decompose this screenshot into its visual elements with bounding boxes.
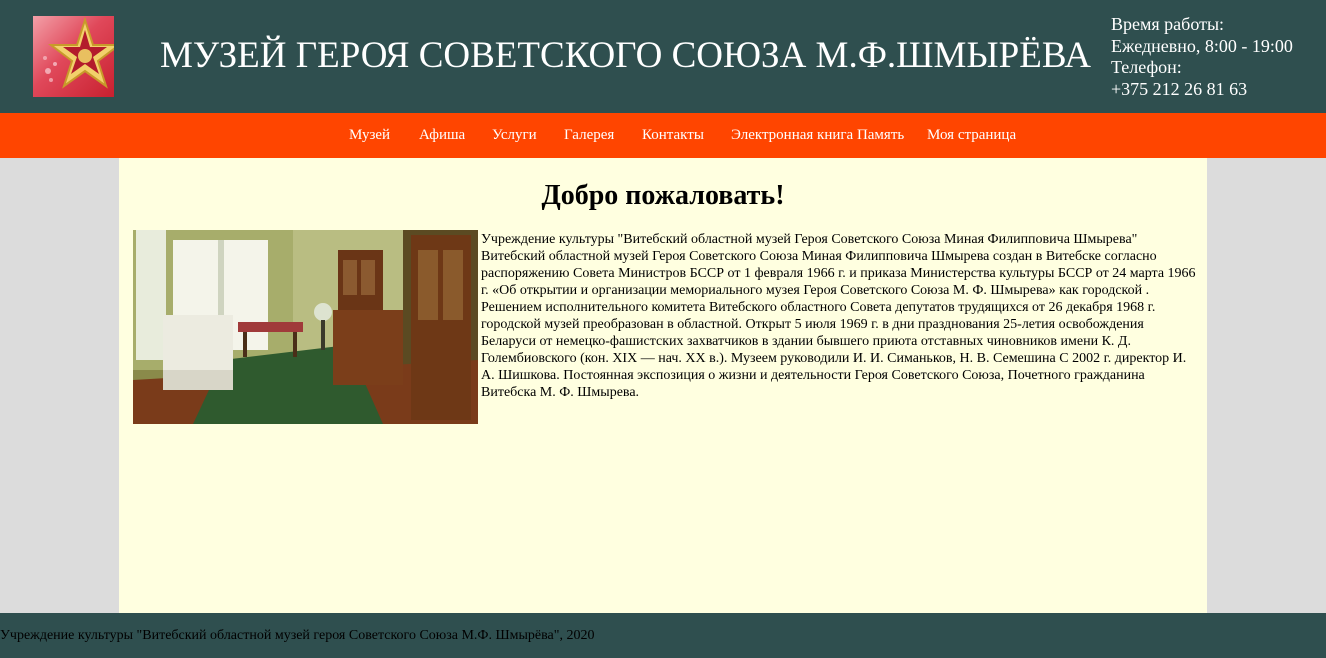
site-footer: Учреждение культуры "Витебский областной… [0, 613, 1326, 658]
site-title: МУЗЕЙ ГЕРОЯ СОВЕТСКОГО СОЮЗА М.Ф.ШМЫРЁВА [160, 35, 1091, 76]
nav-item-contacts[interactable]: Контакты [642, 127, 704, 144]
site-header: МУЗЕЙ ГЕРОЯ СОВЕТСКОГО СОЮЗА М.Ф.ШМЫРЁВА… [0, 0, 1326, 113]
nav-item-my-page[interactable]: Моя страница [927, 127, 1016, 144]
museum-interior-photo [133, 230, 478, 424]
gold-star-logo-icon[interactable] [33, 16, 114, 97]
phone-value: +375 212 26 81 63 [1111, 78, 1248, 99]
nav-item-museum[interactable]: Музей [349, 127, 390, 144]
hours-value: Ежедневно, 8:00 - 19:00 [1111, 35, 1293, 56]
main-content: Добро пожаловать! Учреждение культуры "В… [119, 158, 1207, 613]
nav-item-services[interactable]: Услуги [492, 127, 537, 144]
nav-item-memory-book[interactable]: Электронная книга Память [731, 127, 904, 144]
hours-label: Время работы: [1111, 14, 1225, 34]
museum-description: Учреждение культуры "Витебский областной… [481, 232, 1196, 400]
welcome-heading: Добро пожаловать! [541, 180, 785, 211]
contact-info: Время работы: Ежедневно, 8:00 - 19:00 Те… [1111, 14, 1293, 100]
nav-item-gallery[interactable]: Галерея [564, 127, 614, 144]
phone-label: Телефон: [1111, 57, 1182, 77]
footer-copyright: Учреждение культуры "Витебский областной… [0, 628, 595, 643]
main-navigation: Музей Афиша Услуги Галерея Контакты Элек… [0, 113, 1326, 158]
nav-item-posters[interactable]: Афиша [419, 127, 465, 144]
